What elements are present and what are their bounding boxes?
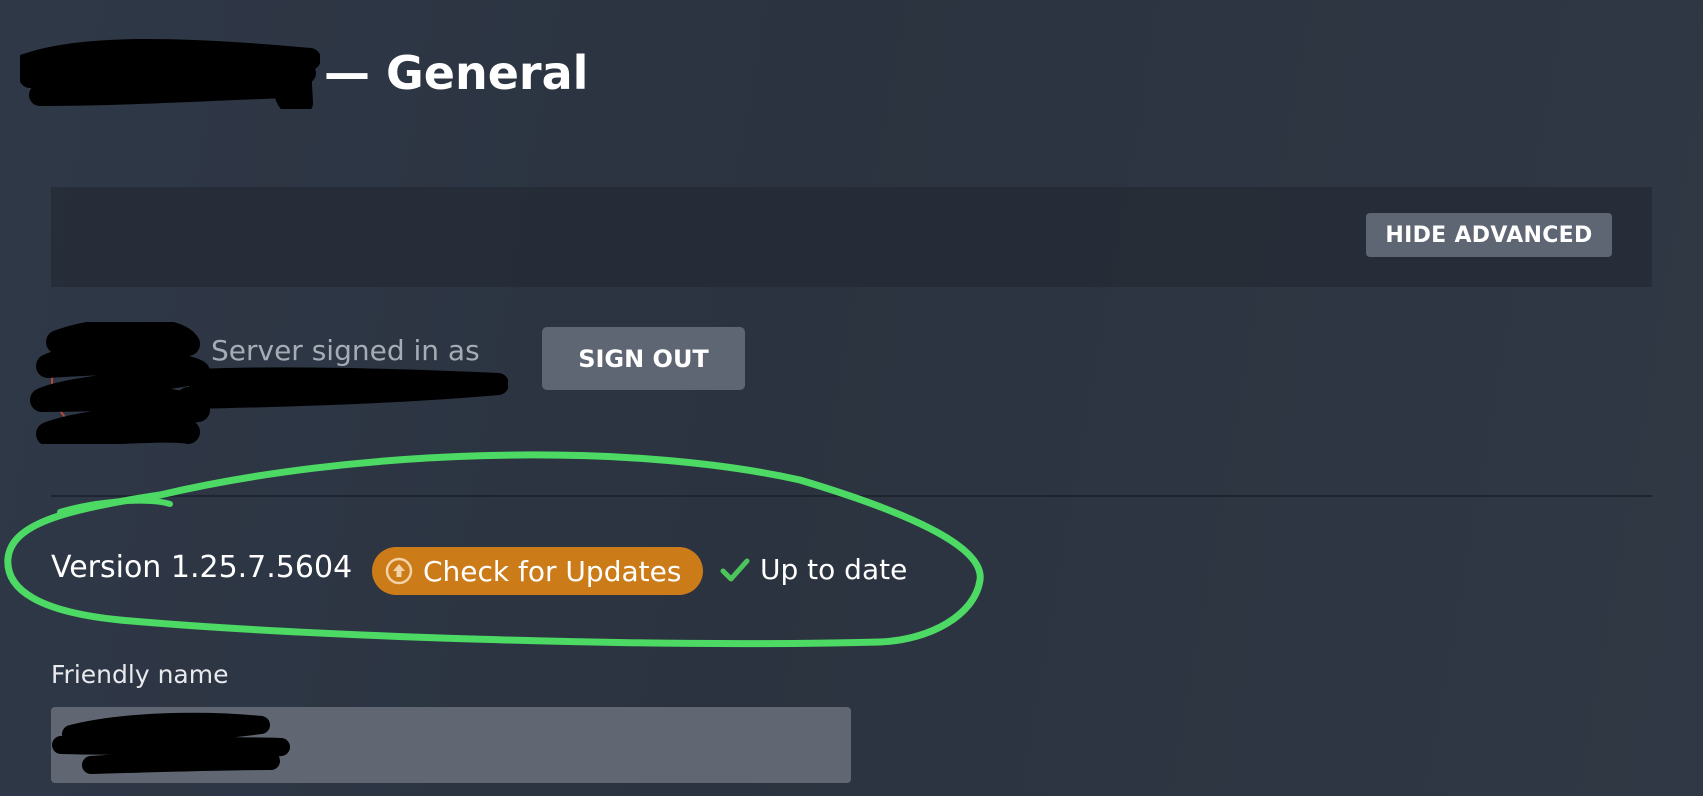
upload-circle-icon <box>385 557 413 585</box>
update-status: Up to date <box>720 553 907 586</box>
advanced-toolbar: HIDE ADVANCED <box>51 187 1652 287</box>
page-header: — General <box>20 38 589 109</box>
highlight-annotation <box>4 451 984 648</box>
redacted-server-name <box>20 38 320 109</box>
signed-in-label: Server signed in as <box>211 334 480 367</box>
checkmark-icon <box>720 555 750 585</box>
sign-out-button[interactable]: SIGN OUT <box>542 327 745 390</box>
hide-advanced-button[interactable]: HIDE ADVANCED <box>1366 213 1612 257</box>
check-for-updates-button[interactable]: Check for Updates <box>372 547 703 595</box>
section-divider <box>51 495 1652 497</box>
friendly-name-label: Friendly name <box>51 660 229 689</box>
version-label: Version 1.25.7.5604 <box>51 550 353 585</box>
redacted-friendly-name <box>52 712 290 774</box>
friendly-name-input[interactable] <box>51 707 851 783</box>
check-for-updates-label: Check for Updates <box>423 554 682 588</box>
update-status-text: Up to date <box>760 553 908 586</box>
page-title: — General <box>324 46 589 100</box>
